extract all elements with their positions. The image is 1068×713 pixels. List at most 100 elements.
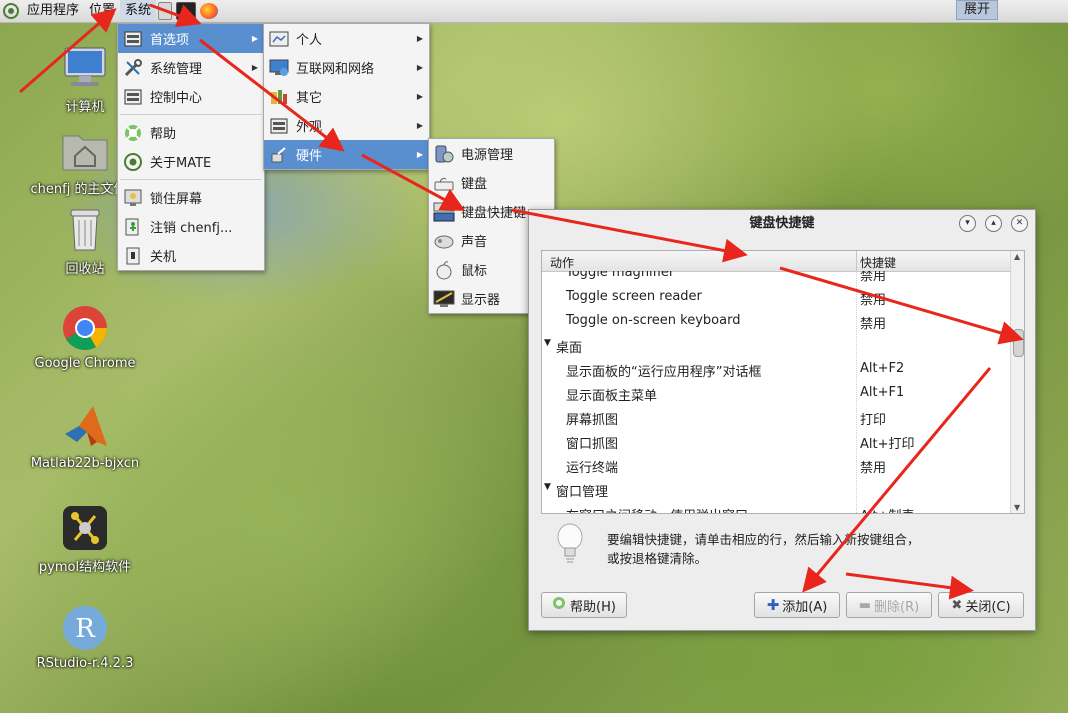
- expander-down-icon[interactable]: ▼: [544, 482, 551, 492]
- menu-item-power-management[interactable]: 电源管理: [429, 139, 554, 168]
- personal-icon: [268, 29, 290, 49]
- rstudio-icon: R: [61, 604, 109, 652]
- keyboard-icon: [433, 173, 455, 193]
- mouse-icon: [433, 260, 455, 280]
- table-row[interactable]: Toggle on-screen keyboard 禁用: [542, 309, 1010, 333]
- terminal-launcher-icon[interactable]: [176, 2, 197, 20]
- desktop-icon-label: Google Chrome: [34, 356, 136, 371]
- power-icon: [433, 144, 455, 164]
- scrollbar-thumb[interactable]: [1013, 329, 1024, 357]
- table-row[interactable]: 屏幕抓图 打印: [542, 405, 1010, 429]
- desktop: 应用程序 位置 系统 展开 计算机 chenfj 的主文件夹 回收站 Googl…: [0, 0, 1068, 713]
- column-header-action[interactable]: 动作: [550, 254, 574, 271]
- shutdown-icon: [122, 246, 144, 266]
- row-shortcut: 打印: [860, 413, 887, 428]
- menu-item-internet-network[interactable]: 互联网和网络 ▶: [264, 53, 429, 82]
- firefox-launcher-icon[interactable]: [200, 3, 219, 19]
- menu-item-administration[interactable]: 系统管理 ▶: [118, 53, 264, 82]
- scroll-up-icon[interactable]: ▲: [1014, 252, 1020, 261]
- sound-icon: [433, 231, 455, 251]
- other-icon: [268, 87, 290, 107]
- table-row[interactable]: 运行终端 禁用: [542, 453, 1010, 477]
- applications-menu[interactable]: 应用程序: [22, 0, 84, 22]
- places-menu[interactable]: 位置: [84, 0, 120, 22]
- menu-item-label: 鼠标: [461, 264, 488, 279]
- system-menu[interactable]: 系统: [120, 0, 157, 22]
- vertical-scrollbar[interactable]: ▲ ▼: [1010, 251, 1024, 513]
- minus-icon: ▬: [858, 597, 872, 613]
- menu-item-label: 互联网和网络: [296, 62, 375, 77]
- shortcuts-list: 动作 快捷键 Toggle magnifier 禁用 Toggle screen …: [541, 250, 1025, 514]
- row-action: 显示面板的“运行应用程序”对话框: [566, 365, 762, 380]
- remove-button[interactable]: ▬ 删除(R): [846, 592, 932, 618]
- row-action: 在窗口之间移动，使用弹出窗口: [566, 505, 748, 513]
- expander-down-icon[interactable]: ▼: [544, 338, 551, 348]
- menu-item-label: 个人: [296, 33, 323, 48]
- hardware-icon: [268, 145, 290, 165]
- row-action: 屏幕抓图: [566, 413, 619, 428]
- add-button[interactable]: ✚ 添加(A): [754, 592, 840, 618]
- preferences-submenu: 个人 ▶ 互联网和网络 ▶ 其它 ▶ 外观 ▶ 硬件 ▶: [263, 23, 430, 170]
- table-row[interactable]: Toggle magnifier 禁用: [542, 271, 1010, 285]
- category-row[interactable]: ▼ 窗口管理: [542, 477, 1010, 501]
- menu-item-keyboard[interactable]: 键盘: [429, 168, 554, 197]
- category-row[interactable]: ▼ 桌面: [542, 333, 1010, 357]
- menu-item-appearance[interactable]: 外观 ▶: [264, 111, 429, 140]
- close-icon[interactable]: ✕: [1011, 215, 1028, 232]
- desktop-icon-label: RStudio-r.4.2.3: [36, 656, 134, 671]
- row-action: 运行终端: [566, 461, 619, 476]
- mate-logo-icon[interactable]: [0, 0, 22, 22]
- row-action: 窗口抓图: [566, 437, 619, 452]
- column-divider: [856, 271, 857, 513]
- menu-item-lock-screen[interactable]: 锁住屏幕: [118, 183, 264, 212]
- dialog-titlebar[interactable]: 键盘快捷键 ▾ ▴ ✕: [529, 210, 1035, 237]
- text-editor-launcher-icon[interactable]: [158, 2, 173, 20]
- home-folder-icon: [61, 126, 109, 174]
- row-category: 桌面: [556, 341, 583, 356]
- maximize-icon[interactable]: ▴: [985, 215, 1002, 232]
- menu-item-hardware[interactable]: 硬件 ▶: [264, 140, 429, 169]
- menu-item-help[interactable]: 帮助: [118, 118, 264, 147]
- menu-item-logout[interactable]: 注销 chenfj...: [118, 212, 264, 241]
- submenu-arrow-icon: ▶: [416, 150, 423, 159]
- menu-item-label: 帮助: [150, 127, 177, 142]
- scroll-down-icon[interactable]: ▼: [1014, 503, 1020, 512]
- mate-logo-icon: [122, 152, 144, 172]
- menu-item-label: 注销 chenfj...: [150, 221, 233, 236]
- monitor-icon: [433, 289, 455, 309]
- help-icon: [122, 123, 144, 143]
- submenu-arrow-icon: ▶: [251, 63, 258, 72]
- desktop-icon-chrome[interactable]: Google Chrome: [25, 304, 145, 371]
- submenu-arrow-icon: ▶: [416, 34, 423, 43]
- desktop-icon-rstudio[interactable]: R RStudio-r.4.2.3: [25, 604, 145, 671]
- minimize-icon[interactable]: ▾: [959, 215, 976, 232]
- menu-item-label: 声音: [461, 235, 488, 250]
- preferences-icon: [122, 29, 144, 49]
- help-button[interactable]: 帮助(H): [541, 592, 627, 618]
- system-dropdown-menu: 首选项 ▶ 系统管理 ▶ 控制中心 帮助 关于MATE 锁住屏幕 注销 chen: [117, 23, 265, 271]
- table-row[interactable]: 显示面板主菜单 Alt+F1: [542, 381, 1010, 405]
- submenu-arrow-icon: ▶: [416, 63, 423, 72]
- table-row[interactable]: Toggle screen reader 禁用: [542, 285, 1010, 309]
- row-shortcut: 禁用: [860, 293, 887, 308]
- table-row[interactable]: 在窗口之间移动，使用弹出窗口 Alt+制表: [542, 501, 1010, 513]
- close-button[interactable]: ✖ 关闭(C): [938, 592, 1024, 618]
- chrome-icon: [61, 304, 109, 352]
- row-shortcut: 禁用: [860, 461, 887, 476]
- menu-item-preferences[interactable]: 首选项 ▶: [118, 24, 264, 53]
- table-row[interactable]: 显示面板的“运行应用程序”对话框 Alt+F2: [542, 357, 1010, 381]
- desktop-icon-matlab[interactable]: Matlab22b-bjxcn: [25, 404, 145, 471]
- menu-item-about-mate[interactable]: 关于MATE: [118, 147, 264, 176]
- table-row[interactable]: 窗口抓图 Alt+打印: [542, 429, 1010, 453]
- menu-item-other[interactable]: 其它 ▶: [264, 82, 429, 111]
- menu-item-control-center[interactable]: 控制中心: [118, 82, 264, 111]
- row-action: Toggle screen reader: [566, 289, 702, 304]
- top-panel: 应用程序 位置 系统 展开: [0, 0, 1068, 23]
- row-shortcut: Alt+打印: [860, 437, 915, 452]
- menu-item-shutdown[interactable]: 关机: [118, 241, 264, 270]
- expand-button[interactable]: 展开: [956, 0, 998, 20]
- desktop-icon-pymol[interactable]: pymol结构软件: [25, 504, 145, 575]
- column-header-shortcut[interactable]: 快捷键: [860, 254, 896, 271]
- hint-text: 要编辑快捷键，请单击相应的行，然后输入新按键组合，或按退格键清除。: [607, 532, 920, 566]
- menu-item-personal[interactable]: 个人 ▶: [264, 24, 429, 53]
